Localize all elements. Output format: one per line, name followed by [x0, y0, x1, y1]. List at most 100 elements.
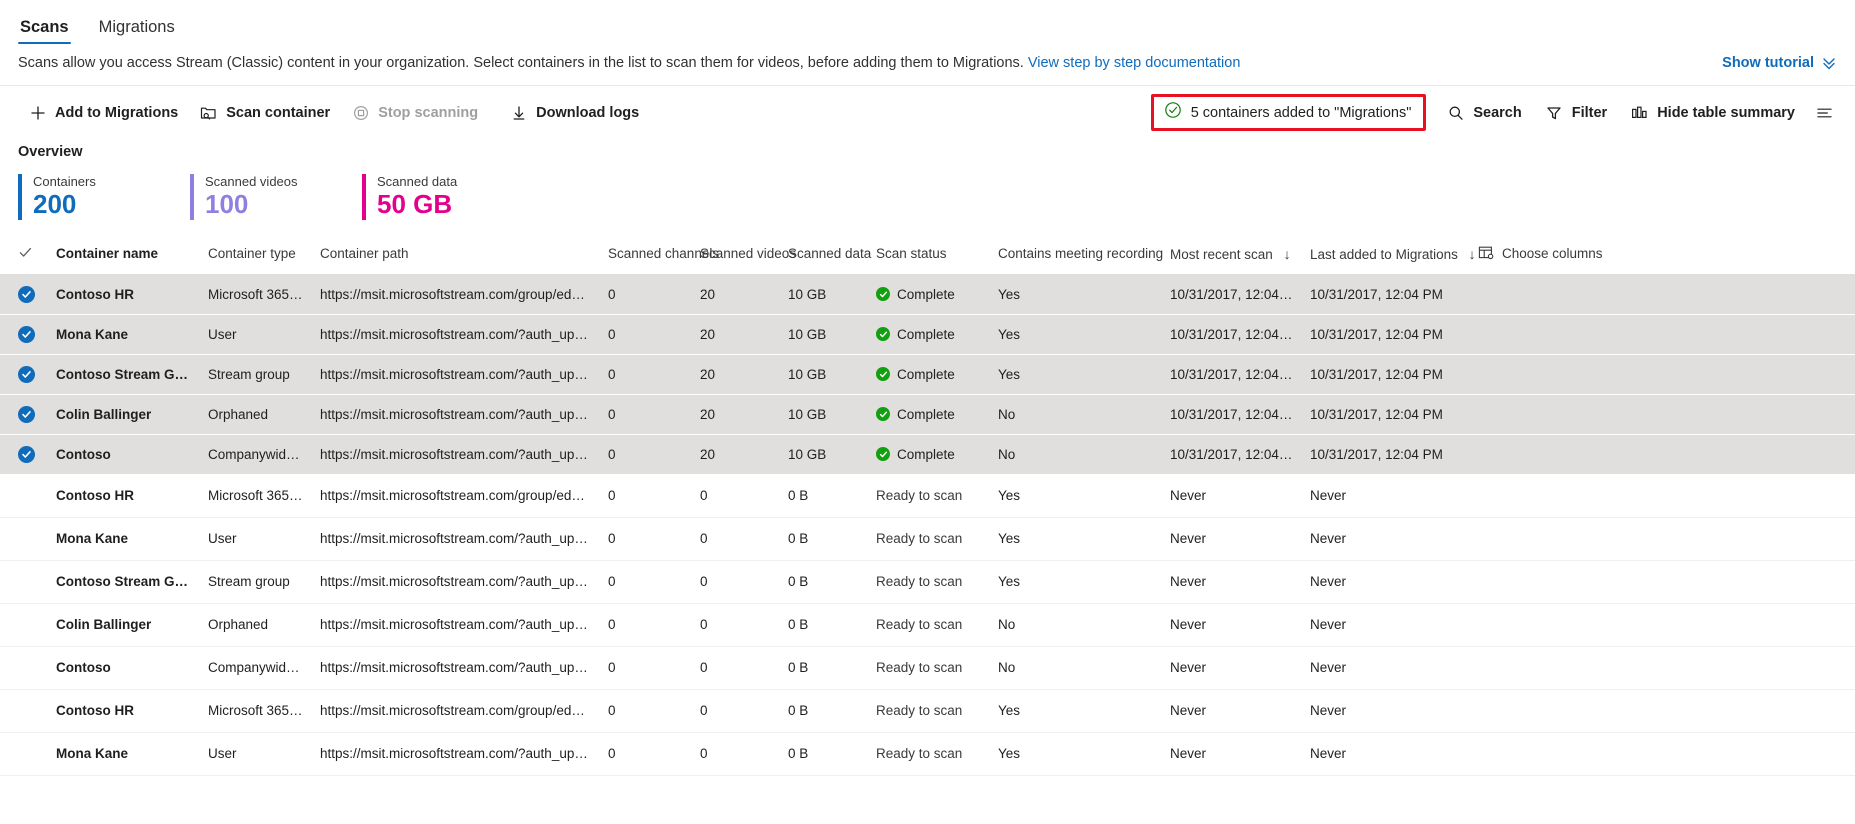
row-checkbox[interactable] [18, 701, 35, 718]
scan-status-label: Complete [897, 286, 955, 302]
filter-icon [1546, 104, 1563, 121]
add-to-migrations-button[interactable]: Add to Migrations [18, 97, 189, 128]
column-header-last-added-to-migrations[interactable]: Last added to Migrations ↓ [1302, 235, 1476, 275]
row-select-cell[interactable] [0, 434, 48, 475]
column-header-scanned-videos[interactable]: Scanned videos [692, 235, 796, 275]
search-button[interactable]: Search [1436, 97, 1532, 128]
row-select-cell[interactable] [0, 354, 48, 395]
tab-scans-label: Scans [20, 17, 69, 36]
cell-container-name[interactable]: Mona Kane [48, 517, 200, 561]
cell-spacer [1470, 732, 1855, 776]
cell-container-name[interactable]: Contoso [48, 434, 200, 475]
cell-container-name[interactable]: Contoso Stream Group [48, 560, 200, 604]
cell-last-added-to-migrations: 10/31/2017, 12:04 PM [1302, 354, 1470, 395]
show-tutorial-label: Show tutorial [1722, 55, 1814, 72]
table-row[interactable]: Mona Kane User https://msit.microsoftstrea… [0, 517, 1855, 561]
row-select-cell[interactable] [0, 517, 48, 561]
cell-container-name[interactable]: Mona Kane [48, 314, 200, 355]
scan-status-value: Ready to scan [876, 617, 963, 633]
choose-columns-header[interactable]: Choose columns [1470, 235, 1855, 275]
column-header-scan-status[interactable]: Scan status [868, 235, 990, 275]
row-selected-checkbox[interactable] [18, 445, 35, 463]
row-checkbox[interactable] [18, 572, 35, 589]
column-header-scanned-data[interactable]: Scanned data [780, 235, 872, 275]
cell-container-name[interactable]: Contoso HR [48, 274, 200, 315]
show-tutorial-button[interactable]: Show tutorial [1722, 55, 1837, 71]
cell-container-name[interactable]: Colin Ballinger [48, 394, 200, 435]
row-select-cell[interactable] [0, 314, 48, 355]
row-select-cell[interactable] [0, 474, 48, 518]
row-select-cell[interactable] [0, 646, 48, 690]
select-all-header[interactable] [0, 235, 48, 275]
row-select-cell[interactable] [0, 394, 48, 435]
scan-container-button[interactable]: Scan container [189, 97, 341, 128]
cell-container-name[interactable]: Mona Kane [48, 732, 200, 776]
column-header-most-recent-scan[interactable]: Most recent scan ↓ [1162, 235, 1302, 275]
column-header-scanned-channels[interactable]: Scanned channels [600, 235, 719, 275]
column-header-container-name[interactable]: Container name [48, 235, 200, 275]
column-header-container-type[interactable]: Container type [200, 235, 312, 275]
table-row[interactable]: Colin Ballinger Orphaned https://msit.micr… [0, 603, 1855, 647]
tab-scans[interactable]: Scans [18, 17, 71, 45]
table-row[interactable]: Contoso HRMicrosoft 365 grouphttps://msi… [0, 274, 1855, 315]
cell-container-name[interactable]: Colin Ballinger [48, 603, 200, 647]
cell-container-name[interactable]: Contoso HR [48, 474, 200, 518]
cell-container-name[interactable]: Contoso HR [48, 689, 200, 733]
cell-scan-status: Ready to scan [868, 646, 990, 690]
filter-label: Filter [1571, 104, 1608, 121]
row-checkbox[interactable] [18, 486, 35, 503]
cell-spacer [1470, 517, 1855, 561]
table-row[interactable]: Mona Kane User https://msit.microsoftstrea… [0, 314, 1855, 355]
row-checkbox[interactable] [18, 658, 35, 675]
table-row[interactable]: Mona Kane User https://msit.microsoftstrea… [0, 732, 1855, 776]
cell-contains-meeting-recording: No [990, 646, 1162, 690]
cell-container-path: https://msit.microsoftstream.com/?auth_u… [312, 354, 600, 395]
row-select-cell[interactable] [0, 560, 48, 604]
column-header-contains-meeting-recording[interactable]: Contains meeting recording [990, 235, 1163, 275]
cell-container-name[interactable]: Contoso [48, 646, 200, 690]
row-selected-checkbox[interactable] [18, 405, 35, 423]
row-selected-checkbox[interactable] [18, 285, 35, 303]
cell-contains-meeting-recording: Yes [990, 689, 1162, 733]
row-select-cell[interactable] [0, 603, 48, 647]
cell-scanned-data: 10 GB [780, 274, 868, 315]
more-options-button[interactable] [1808, 97, 1841, 128]
table-row[interactable]: Contoso Stream Group Stream group https://… [0, 560, 1855, 604]
cell-scanned-channels: 0 [600, 517, 692, 561]
cell-container-path: https://msit.microsoftstream.com/?auth_u… [312, 646, 600, 690]
table-row[interactable]: Colin Ballinger Orphaned https://msit.micr… [0, 394, 1855, 435]
hide-table-summary-button[interactable]: Hide table summary [1620, 97, 1806, 128]
row-checkbox[interactable] [18, 529, 35, 546]
check-icon[interactable] [18, 245, 33, 260]
table-summary-icon [1631, 104, 1648, 121]
scan-status-label: Complete [897, 406, 955, 422]
row-select-cell[interactable] [0, 274, 48, 315]
table-row[interactable]: Contoso HRMicrosoft 365 grouphttps://msi… [0, 474, 1855, 518]
cell-last-added-to-migrations: 10/31/2017, 12:04 PM [1302, 314, 1470, 355]
row-checkbox[interactable] [18, 744, 35, 761]
row-checkbox[interactable] [18, 615, 35, 632]
row-select-cell[interactable] [0, 689, 48, 733]
table-row[interactable]: ContosoCompanywide channelhttps://msit.m… [0, 646, 1855, 690]
column-header-container-path[interactable]: Container path [312, 235, 600, 275]
cell-scan-status: Complete [868, 354, 990, 395]
table-row[interactable]: ContosoCompanywide channelhttps://msit.m… [0, 434, 1855, 475]
download-logs-button[interactable]: Download logs [499, 97, 650, 128]
choose-columns-button[interactable]: Choose columns [1478, 245, 1603, 263]
cell-last-added-to-migrations: 10/31/2017, 12:04 PM [1302, 274, 1470, 315]
filter-button[interactable]: Filter [1535, 97, 1618, 128]
tab-migrations[interactable]: Migrations [97, 18, 177, 45]
row-selected-checkbox[interactable] [18, 365, 35, 383]
table-row[interactable]: Contoso Stream Group Stream group https://… [0, 354, 1855, 395]
row-select-cell[interactable] [0, 732, 48, 776]
column-header-label: Scanned data [788, 246, 872, 262]
search-label: Search [1473, 104, 1522, 121]
description-sentence: Scans allow you access Stream (Classic) … [18, 55, 1024, 71]
scan-status-value: Ready to scan [876, 660, 963, 676]
column-header-label: Scanned videos [700, 246, 797, 262]
cell-last-added-to-migrations: 10/31/2017, 12:04 PM [1302, 394, 1470, 435]
table-row[interactable]: Contoso HRMicrosoft 365 grouphttps://msi… [0, 689, 1855, 733]
cell-container-name[interactable]: Contoso Stream Group [48, 354, 200, 395]
documentation-link[interactable]: View step by step documentation [1028, 55, 1241, 71]
row-selected-checkbox[interactable] [18, 325, 35, 343]
